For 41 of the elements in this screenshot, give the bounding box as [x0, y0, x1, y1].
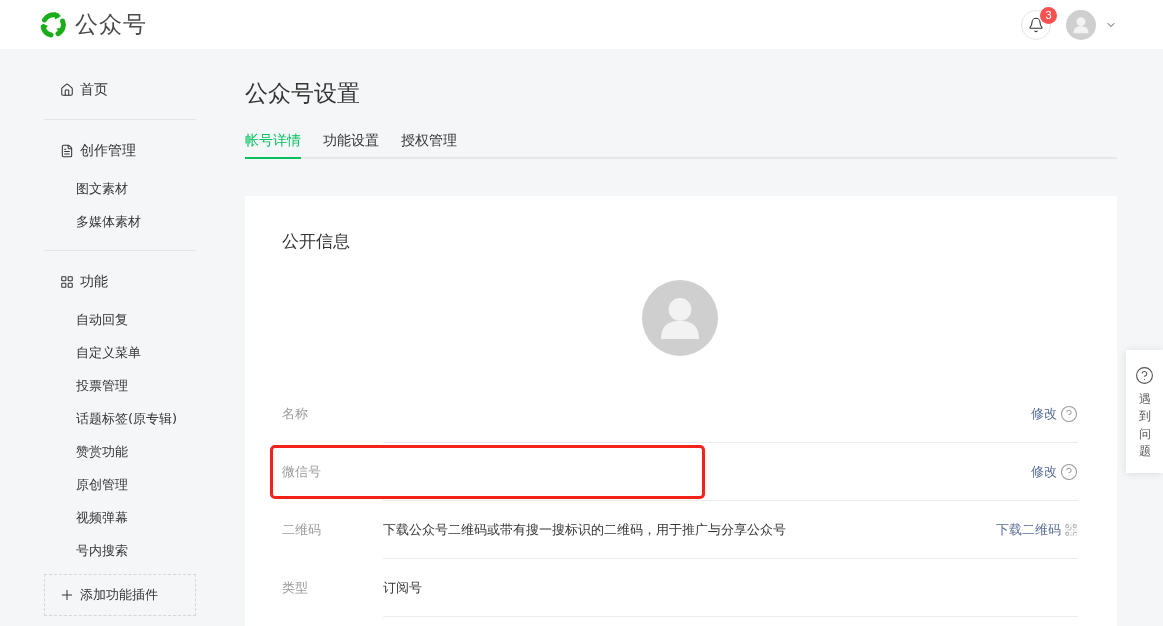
sidebar-item[interactable]: 话题标签(原专辑) [44, 402, 196, 435]
sidebar-item[interactable]: 多媒体素材 [44, 205, 196, 238]
page-title: 公众号设置 [245, 79, 361, 108]
sidebar-item[interactable]: 自动回复 [44, 303, 196, 336]
bell-icon [1028, 16, 1044, 33]
sidebar-item[interactable]: 号内搜索 [44, 534, 196, 567]
edit-link[interactable]: 修改 [1031, 462, 1057, 481]
field-label: 二维码 [282, 521, 322, 539]
ring-logo-icon [38, 9, 68, 40]
user-avatar-icon[interactable] [1066, 9, 1096, 40]
field-label: 微信号 [282, 463, 322, 481]
sidebar-item[interactable]: 赞赏功能 [44, 435, 196, 468]
section-title: 创作管理 [80, 142, 136, 160]
sidebar-item[interactable]: 投票管理 [44, 369, 196, 402]
card-title: 公开信息 [282, 230, 351, 253]
sidebar-item[interactable]: 图文素材 [44, 172, 196, 205]
tab[interactable]: 功能设置 [323, 130, 379, 159]
help-tab[interactable]: 遇到问题 [1126, 350, 1163, 473]
plus-icon [59, 587, 75, 603]
qr-code-icon[interactable] [1064, 522, 1078, 537]
sidebar-item[interactable]: 自定义菜单 [44, 336, 196, 369]
field-label: 类型 [282, 579, 309, 597]
add-plugin-button[interactable]: 添加功能插件 [44, 574, 196, 616]
brand-title: 公众号 [75, 10, 147, 39]
edit-link[interactable]: 修改 [1031, 404, 1057, 423]
section-title: 功能 [80, 273, 108, 291]
field-value: 订阅号 [383, 578, 422, 597]
download-link[interactable]: 下载二维码 [996, 520, 1061, 539]
help-icon[interactable] [1060, 404, 1078, 423]
sidebar-item[interactable]: 视频弹幕 [44, 501, 196, 534]
notification-badge: 3 [1040, 6, 1057, 24]
sidebar-item[interactable]: 原创管理 [44, 468, 196, 501]
help-icon [1135, 366, 1154, 385]
help-icon[interactable] [1060, 462, 1078, 481]
grid-icon [60, 275, 74, 289]
field-label: 名称 [282, 405, 309, 423]
field-value: 下载公众号二维码或带有搜一搜标识的二维码，用于推广与分享公众号 [383, 520, 786, 539]
sidebar-item[interactable]: 首页 [44, 73, 196, 107]
home-icon [60, 83, 74, 97]
tab[interactable]: 授权管理 [401, 130, 457, 159]
document-icon [60, 144, 74, 158]
